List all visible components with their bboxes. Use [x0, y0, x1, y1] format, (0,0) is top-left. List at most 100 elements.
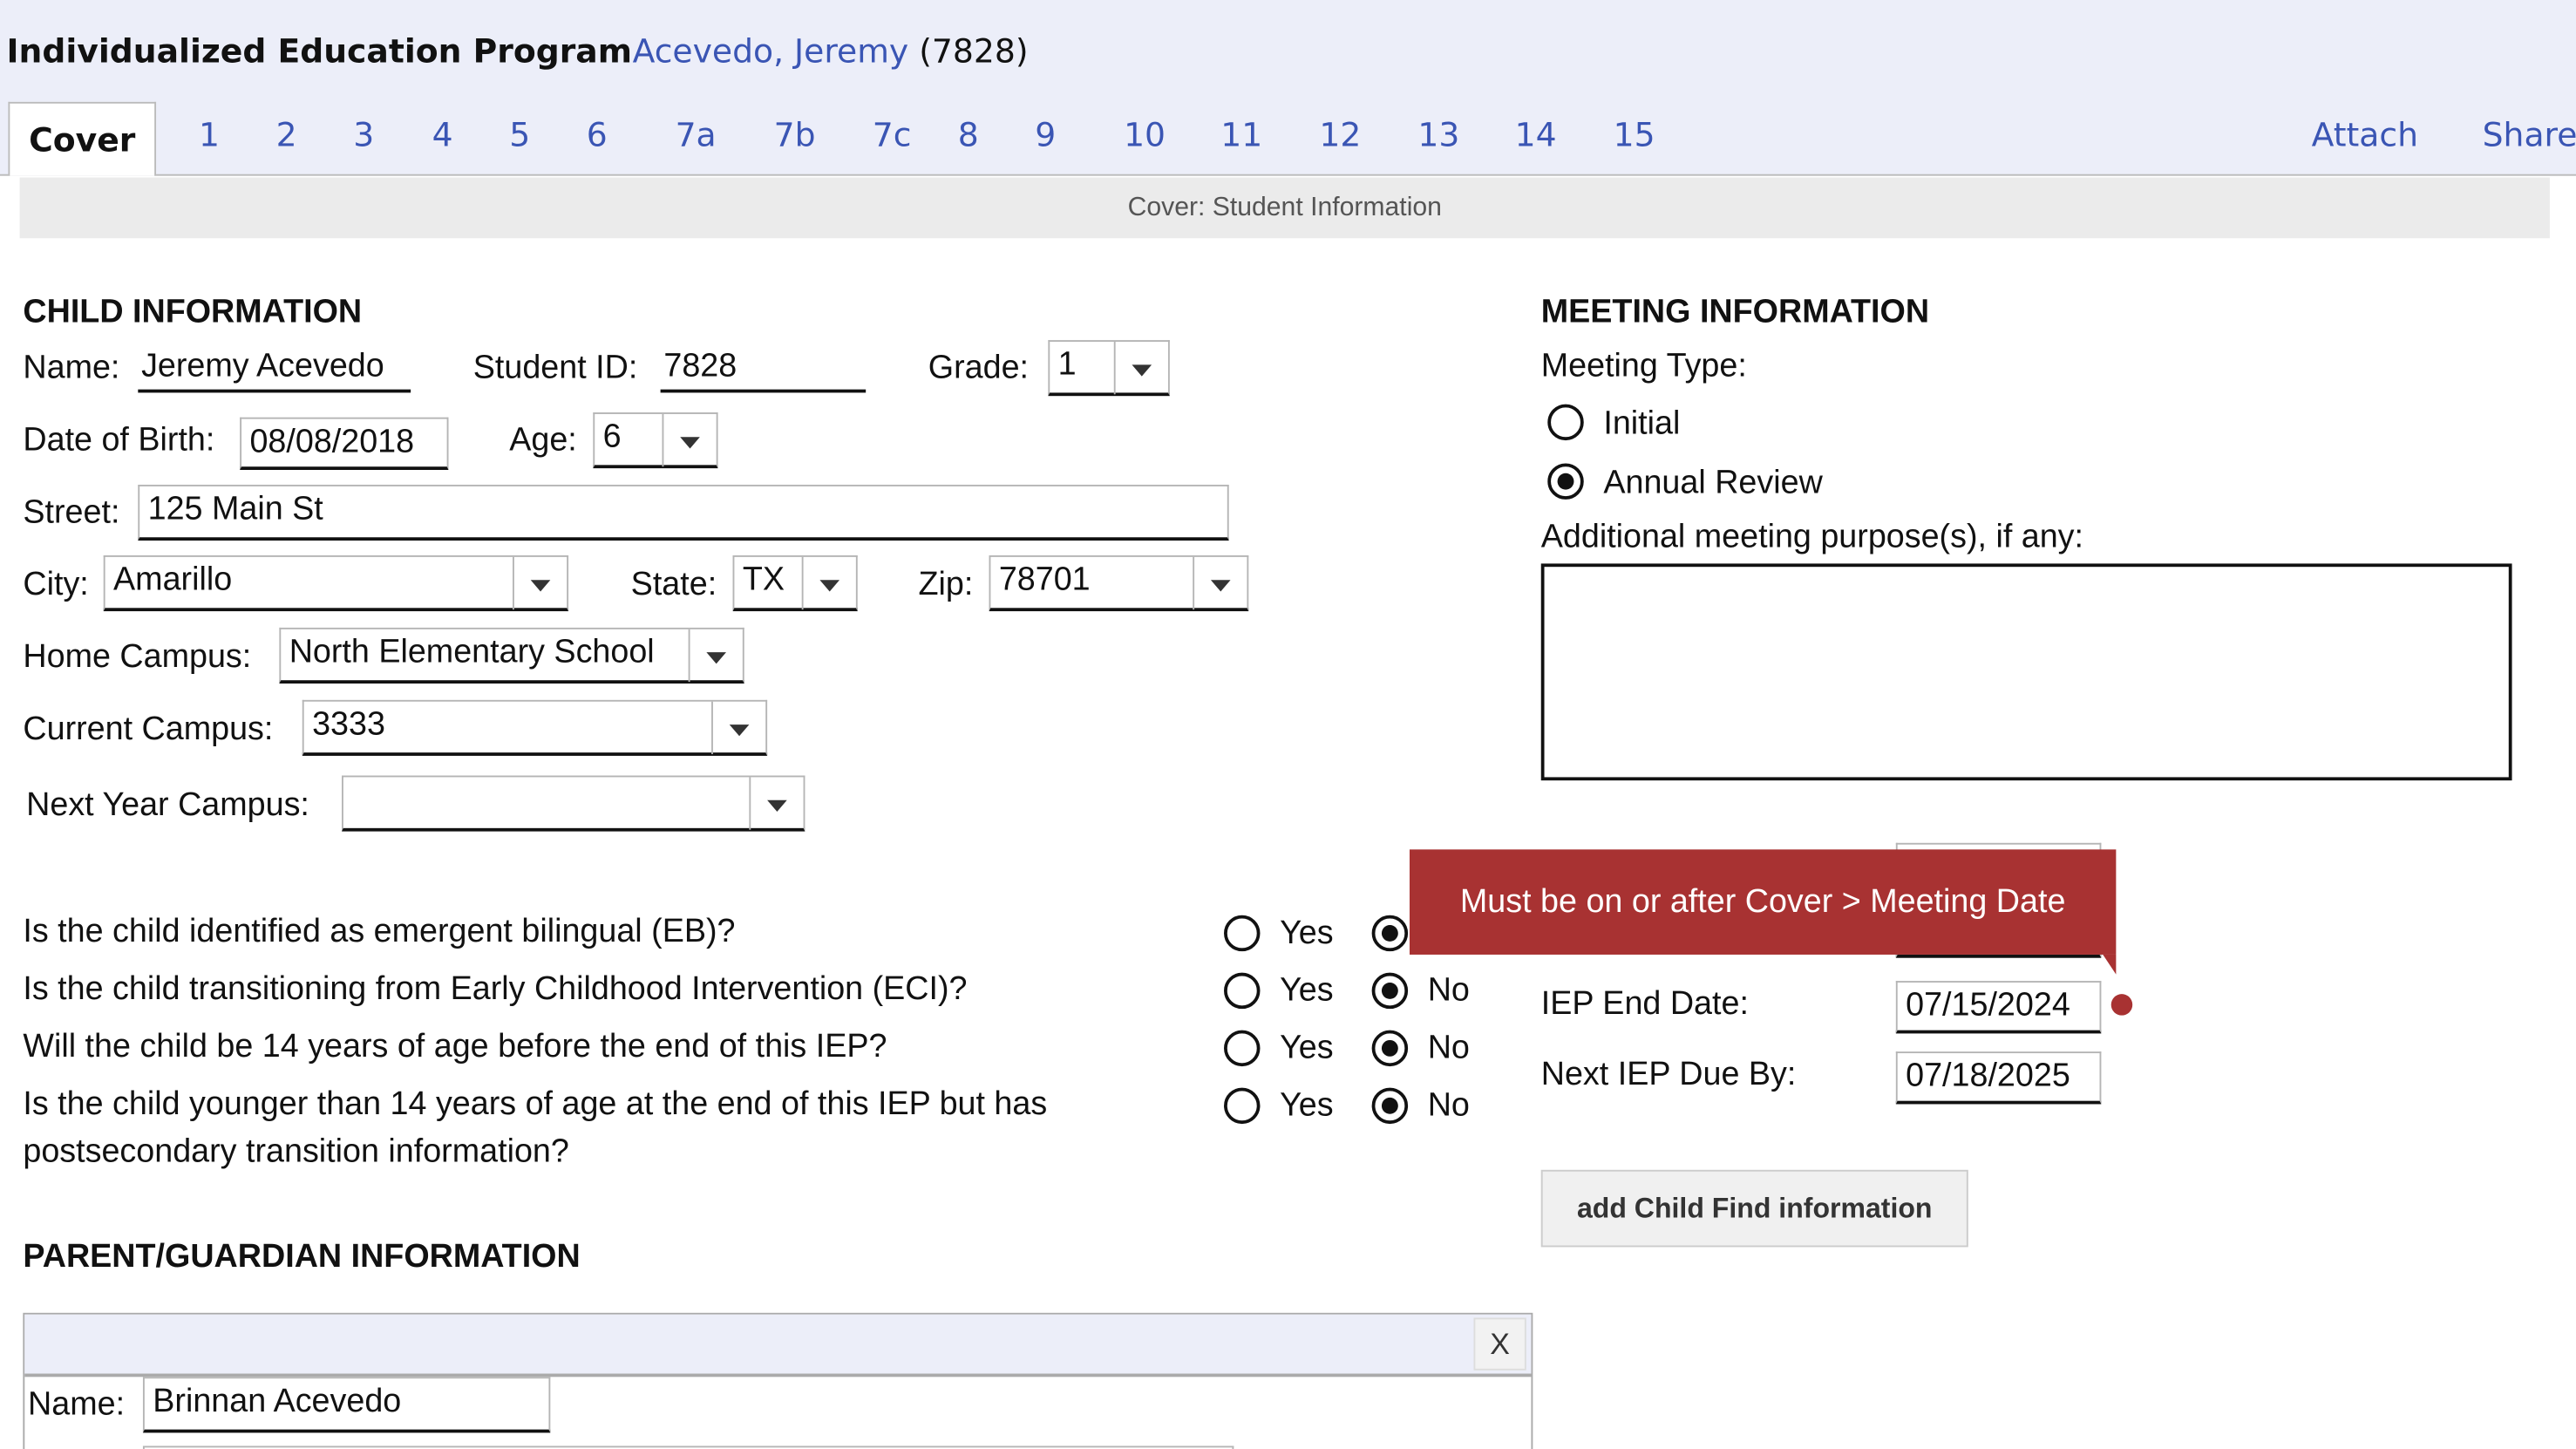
purpose-textarea[interactable]	[1540, 563, 2512, 781]
current-campus-select[interactable]: 3333	[302, 699, 768, 756]
home-campus-select[interactable]: North Elementary School	[279, 627, 744, 684]
option-initial: Initial	[1603, 405, 1681, 442]
header-bar	[0, 0, 2576, 176]
purpose-label: Additional meeting purpose(s), if any:	[1540, 519, 2084, 555]
tab-9[interactable]: 9	[1035, 115, 1056, 154]
section-title: Cover: Student Information	[19, 177, 2550, 239]
radio-no[interactable]	[1371, 915, 1409, 952]
question-text: Is the child younger than 14 years of ag…	[23, 1085, 1048, 1123]
question-text: Is the child transitioning from Early Ch…	[23, 970, 968, 1008]
next-due-label: Next IEP Due By:	[1540, 1056, 1797, 1093]
chevron-down-icon	[749, 777, 803, 830]
yes-label: Yes	[1280, 1030, 1334, 1067]
city-label: City:	[23, 567, 89, 603]
next-campus-label: Next Year Campus:	[26, 786, 309, 824]
radio-no[interactable]	[1371, 972, 1409, 1010]
chevron-down-icon	[662, 413, 716, 467]
grade-value: 1	[1057, 346, 1077, 384]
radio-no[interactable]	[1371, 1087, 1409, 1125]
question-text-cont: postsecondary transition information?	[23, 1133, 569, 1170]
tab-11[interactable]: 11	[1220, 115, 1262, 154]
question-text: Will the child be 14 years of age before…	[23, 1028, 887, 1065]
tab-8[interactable]: 8	[958, 115, 979, 154]
radio-initial[interactable]	[1547, 404, 1584, 441]
current-campus-label: Current Campus:	[23, 711, 274, 748]
student-link[interactable]: Acevedo, Jeremy	[633, 31, 909, 71]
tab-3[interactable]: 3	[353, 115, 374, 154]
tab-7b[interactable]: 7b	[774, 115, 816, 154]
parent-name-field[interactable]: Brinnan Acevedo	[142, 1377, 551, 1433]
chevron-down-icon	[688, 629, 743, 683]
street-field[interactable]: 125 Main St	[138, 484, 1229, 541]
add-child-find-button[interactable]: add Child Find information	[1540, 1169, 1968, 1248]
name-label: Name:	[23, 350, 120, 386]
radio-annual-review[interactable]	[1547, 463, 1584, 500]
tab-4[interactable]: 4	[432, 115, 453, 154]
tab-1[interactable]: 1	[199, 115, 220, 154]
tab-13[interactable]: 13	[1417, 115, 1459, 154]
grade-select[interactable]: 1	[1048, 340, 1170, 397]
tab-12[interactable]: 12	[1319, 115, 1361, 154]
no-label: No	[1427, 1030, 1470, 1067]
grade-label: Grade:	[928, 350, 1030, 386]
parent-panel-header: X	[24, 1314, 1532, 1378]
tab-15[interactable]: 15	[1614, 115, 1655, 154]
question-text: Is the child identified as emergent bili…	[23, 913, 736, 950]
zip-select[interactable]: 78701	[989, 554, 1249, 612]
close-parent-button[interactable]: X	[1473, 1317, 1526, 1371]
page-title: Individualized Education Program	[6, 31, 633, 71]
next-campus-select[interactable]	[341, 775, 805, 832]
option-annual-review: Annual Review	[1603, 465, 1823, 501]
parent-info-heading: PARENT/GUARDIAN INFORMATION	[23, 1238, 581, 1276]
radio-yes[interactable]	[1224, 1030, 1261, 1067]
street-label: Street:	[23, 494, 120, 531]
tab-6[interactable]: 6	[587, 115, 608, 154]
tab-7a[interactable]: 7a	[676, 115, 717, 154]
radio-no[interactable]	[1371, 1030, 1409, 1067]
chevron-down-icon	[801, 556, 856, 610]
dob-field[interactable]: 08/08/2018	[240, 417, 449, 470]
tab-cover[interactable]: Cover	[8, 101, 157, 176]
zip-value: 78701	[998, 561, 1091, 598]
iep-end-field[interactable]: 07/15/2024	[1895, 981, 2102, 1034]
yes-label: Yes	[1280, 1087, 1334, 1125]
radio-yes[interactable]	[1224, 915, 1261, 952]
tab-2[interactable]: 2	[276, 115, 297, 154]
name-field[interactable]: Jeremy Acevedo	[138, 344, 411, 393]
student-id-label: Student ID:	[472, 350, 638, 386]
chevron-down-icon	[512, 556, 567, 610]
city-select[interactable]: Amarillo	[103, 554, 569, 612]
tab-share[interactable]: Share	[2483, 115, 2576, 154]
age-select[interactable]: 6	[593, 412, 718, 469]
meeting-info-heading: MEETING INFORMATION	[1540, 294, 1930, 330]
tab-5[interactable]: 5	[509, 115, 530, 154]
tab-10[interactable]: 10	[1124, 115, 1166, 154]
radio-yes[interactable]	[1224, 1087, 1261, 1125]
child-info-heading: CHILD INFORMATION	[23, 294, 363, 330]
yes-label: Yes	[1280, 972, 1334, 1010]
student-id-field[interactable]: 7828	[660, 344, 867, 393]
meeting-type-label: Meeting Type:	[1540, 348, 1747, 384]
iep-page: Individualized Education Program Acevedo…	[0, 0, 2576, 1449]
radio-yes[interactable]	[1224, 972, 1261, 1010]
current-campus-value: 3333	[312, 706, 385, 743]
age-label: Age:	[509, 422, 577, 459]
tab-attach[interactable]: Attach	[2312, 115, 2418, 154]
no-label: No	[1427, 972, 1470, 1010]
state-select[interactable]: TX	[732, 554, 858, 612]
tab-7c[interactable]: 7c	[873, 115, 912, 154]
state-label: State:	[630, 567, 717, 603]
city-value: Amarillo	[113, 561, 233, 598]
next-due-field[interactable]: 07/18/2025	[1895, 1051, 2102, 1105]
chevron-down-icon	[1193, 556, 1247, 610]
student-id: (7828)	[919, 31, 1029, 71]
zip-label: Zip:	[918, 567, 974, 603]
error-indicator-icon	[2110, 994, 2133, 1016]
parent-name-label: Name:	[28, 1386, 126, 1424]
parent-address-field[interactable]	[142, 1446, 1234, 1449]
iep-end-label: IEP End Date:	[1540, 985, 1749, 1023]
home-campus-value: North Elementary School	[289, 634, 655, 670]
tab-14[interactable]: 14	[1515, 115, 1557, 154]
student-info: Acevedo, Jeremy (7828)	[633, 31, 1029, 71]
parent-panel: X Name: Brinnan Acevedo	[23, 1312, 1533, 1449]
